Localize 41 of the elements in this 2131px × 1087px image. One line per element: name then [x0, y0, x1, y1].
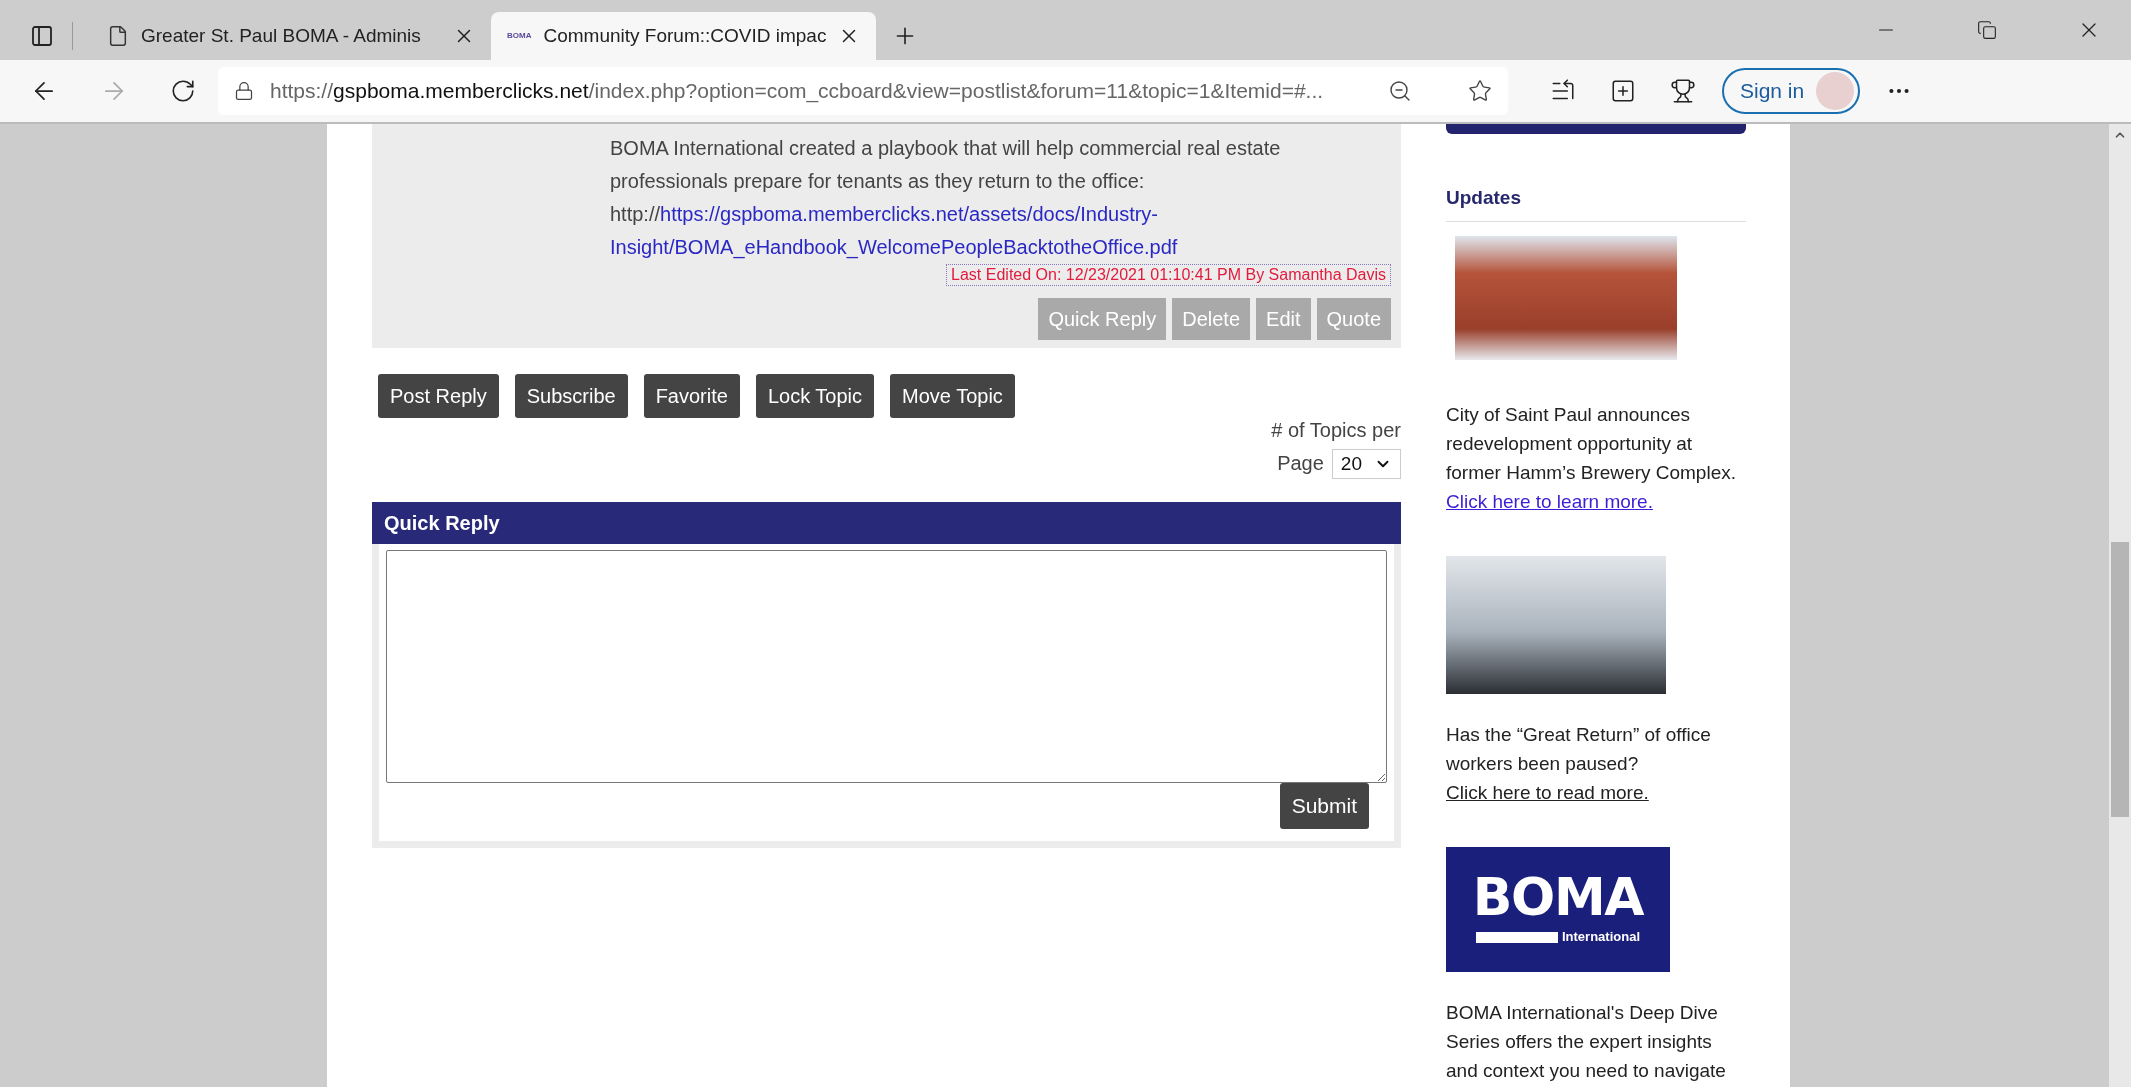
- zoom-out-icon[interactable]: [1388, 79, 1412, 103]
- per-page-label: Page: [1277, 451, 1324, 476]
- learn-more-link[interactable]: Click here to learn more.: [1446, 490, 1653, 512]
- quick-reply-header: Quick Reply: [372, 502, 1401, 544]
- submit-button[interactable]: Submit: [1279, 783, 1369, 829]
- sign-in-button[interactable]: Sign in: [1722, 68, 1861, 114]
- rewards-icon[interactable]: [1670, 78, 1696, 104]
- read-more-link[interactable]: Click here to read more.: [1446, 781, 1649, 803]
- reload-icon[interactable]: [170, 78, 196, 104]
- update-text: Has the “Great Return” of office workers been paused? Click here to read more.: [1446, 722, 1712, 805]
- tab-title: Greater St. Paul BOMA - Adminis: [141, 23, 422, 48]
- address-field[interactable]: https://gspboma.memberclicks.net/index.php?option=com_ccboard&view=postlist&forum=11&topic=1&Itemid=#...: [218, 67, 1508, 115]
- last-edited-note: Last Edited On: 12/23/2021 01:10:41 PM By Samantha Davis: [946, 264, 1391, 286]
- document-link[interactable]: Insight/BOMA_eHandbook_WelcomePeopleBacktotheOffice.pdf: [610, 231, 1178, 264]
- scrollbar-thumb[interactable]: [2111, 542, 2129, 817]
- logo: BOMA International: [1446, 846, 1670, 972]
- update-text: BOMA International's Deep Dive Series offers the expert insights and context you need to navigate: [1446, 1000, 1727, 1083]
- topic-button[interactable]: Move Topic: [890, 374, 1015, 418]
- add-favorite-icon[interactable]: [1468, 79, 1492, 103]
- per-page-select[interactable]: 20: [1331, 448, 1401, 479]
- post-text: BOMA International created a playbook that will help commercial real estate professionals prepare for tenants as they return to the office:: [610, 136, 1282, 194]
- topic-button[interactable]: Subscribe: [514, 374, 628, 418]
- document-link[interactable]: https://gspboma.memberclicks.net/assets/docs/Industry-: [660, 198, 1158, 231]
- collections-icon[interactable]: [1610, 78, 1636, 104]
- topic-button[interactable]: Post Reply: [378, 374, 499, 418]
- browser-tab[interactable]: Greater St. Paul BOMA - Adminis: [91, 12, 491, 60]
- topic-button[interactable]: Favorite: [643, 374, 740, 418]
- site-favicon: BOMA: [507, 32, 532, 40]
- scrollbar[interactable]: [2109, 124, 2131, 1087]
- topic-button[interactable]: Lock Topic: [755, 374, 875, 418]
- tab-actions-icon[interactable]: [30, 24, 54, 48]
- update-text: City of Saint Paul announces redevelopment opportunity at former Hamm’s Brewery Complex. Click here to learn more.: [1446, 402, 1737, 514]
- avatar-placeholder: [1816, 72, 1855, 110]
- page-icon: [107, 25, 129, 47]
- sidebar-heading: Updates: [1446, 184, 1746, 222]
- browser-tab[interactable]: BOMA Community Forum::COVID impac: [491, 12, 876, 60]
- lock-icon: [234, 81, 254, 101]
- per-page-label: # of Topics per: [1271, 418, 1401, 443]
- tab-title: Community Forum::COVID impac: [543, 23, 827, 48]
- url-prefix: http://: [610, 202, 661, 227]
- restore-icon[interactable]: [1977, 20, 1997, 40]
